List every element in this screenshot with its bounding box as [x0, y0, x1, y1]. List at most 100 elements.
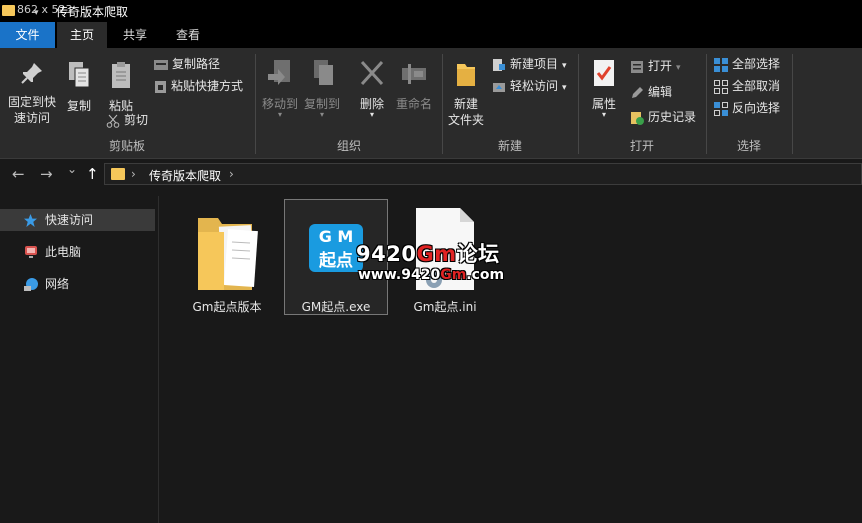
pin-icon: [21, 63, 42, 84]
tab-view[interactable]: 查看: [163, 22, 213, 48]
delete-x-icon: [360, 60, 384, 86]
group-label-open: 打开: [629, 139, 654, 153]
open-label: 打开: [648, 59, 673, 73]
group-label-clipboard: 剪贴板: [108, 139, 145, 153]
rename-label: 重命名: [395, 97, 432, 111]
new-folder-label-line2: 文件夹: [447, 113, 484, 127]
select-all-button[interactable]: 全部选择: [714, 54, 780, 74]
app-icon-text-top: G M: [318, 227, 354, 246]
folder-icon: [111, 168, 125, 180]
sidebar-item-label: 网络: [45, 277, 70, 291]
copy-to-dropdown-icon: ▾: [319, 110, 324, 119]
file-item-folder[interactable]: Gm起点版本: [186, 200, 268, 314]
copy-button[interactable]: 复制: [62, 60, 96, 114]
new-folder-icon: [457, 64, 475, 86]
ribbon: 固定到快 速访问 复制 粘贴 复制路径 粘贴快捷方式 剪切 剪贴板 移动到 ▾ …: [0, 48, 862, 159]
sidebar-item-network[interactable]: 网络: [0, 273, 155, 295]
rename-icon: [402, 64, 426, 84]
pin-label-line1: 固定到快: [7, 95, 56, 109]
tab-share[interactable]: 共享: [110, 22, 160, 48]
star-icon: [24, 214, 37, 227]
move-to-dropdown-icon: ▾: [277, 110, 282, 119]
cut-label: 剪切: [124, 113, 149, 127]
navigation-bar: ← → ⌄ ↑ › 传奇版本爬取 ›: [0, 159, 862, 189]
sidebar-item-label: 快速访问: [45, 213, 94, 227]
edit-pencil-icon: [632, 86, 643, 98]
app-icon-text-bottom: 起点: [319, 251, 353, 271]
new-item-dropdown-icon: ▾: [562, 61, 567, 71]
watermark-forum: 论坛: [456, 242, 500, 266]
copy-path-label: 复制路径: [172, 57, 221, 71]
open-dropdown-icon: ▾: [676, 63, 681, 73]
easy-access-label: 轻松访问: [510, 79, 559, 93]
copy-label: 复制: [66, 99, 91, 113]
new-item-label: 新建项目: [510, 57, 559, 71]
easy-access-dropdown-icon: ▾: [562, 83, 567, 93]
copy-path-button[interactable]: 复制路径: [154, 54, 220, 74]
network-icon: [24, 278, 38, 291]
delete-dropdown-icon: ▾: [369, 110, 374, 119]
easy-access-button[interactable]: 轻松访问 ▾: [492, 76, 567, 96]
select-none-button[interactable]: 全部取消: [714, 76, 780, 96]
copy-to-button[interactable]: 复制到 ▾: [302, 58, 342, 119]
breadcrumb-chevron-icon[interactable]: ›: [131, 167, 136, 181]
address-bar[interactable]: › 传奇版本爬取 ›: [104, 163, 862, 185]
sidebar-item-label: 此电脑: [45, 245, 82, 259]
file-name: Gm起点.ini: [413, 300, 477, 314]
tab-home[interactable]: 主页: [57, 22, 107, 48]
window-title: 传奇版本爬取: [56, 5, 129, 19]
group-label-new: 新建: [497, 139, 522, 153]
scissors-icon: [106, 114, 120, 128]
computer-icon: [25, 246, 37, 258]
file-name: Gm起点版本: [192, 300, 262, 314]
group-label-select: 选择: [736, 139, 761, 153]
easy-access-icon: [493, 82, 505, 92]
forward-arrow-icon[interactable]: →: [40, 165, 53, 183]
pin-label-line2: 速访问: [13, 111, 50, 125]
breadcrumb-current-folder[interactable]: 传奇版本爬取: [149, 167, 221, 184]
pin-to-quick-access-button[interactable]: 固定到快 速访问: [6, 60, 58, 126]
select-none-label: 全部取消: [732, 79, 781, 93]
edit-button[interactable]: 编辑: [630, 82, 672, 102]
watermark-forum-title: 9420Gm论坛: [356, 238, 500, 268]
clipboard-icon: [112, 62, 130, 88]
back-arrow-icon[interactable]: ←: [12, 165, 25, 183]
quick-access-dropdown-icon[interactable]: ▾: [34, 8, 39, 18]
copy-icon: [69, 62, 90, 88]
history-icon: [631, 111, 644, 125]
recent-locations-chevron-icon[interactable]: ⌄: [67, 162, 77, 176]
properties-icon: [594, 60, 614, 86]
group-separator: [792, 54, 793, 154]
paste-shortcut-button[interactable]: 粘贴快捷方式: [154, 76, 243, 96]
invert-selection-icon: [714, 101, 728, 116]
invert-selection-button[interactable]: 反向选择: [714, 98, 780, 118]
gm-app-icon: G M 起点: [309, 224, 363, 272]
open-button[interactable]: 打开 ▾: [630, 56, 681, 76]
properties-button[interactable]: 属性 ▾: [586, 58, 622, 119]
select-all-icon: [714, 57, 728, 72]
cut-button[interactable]: 剪切: [106, 110, 148, 130]
delete-button[interactable]: 删除 ▾: [356, 58, 388, 119]
properties-dropdown-icon: ▾: [601, 110, 606, 119]
watermark-gm: Gm: [416, 242, 457, 266]
new-folder-label-line1: 新建: [453, 97, 478, 111]
new-item-button[interactable]: 新建项目 ▾: [492, 54, 567, 74]
invert-selection-label: 反向选择: [732, 101, 781, 115]
history-button[interactable]: 历史记录: [630, 107, 696, 127]
paste-shortcut-icon: [155, 80, 166, 93]
paste-shortcut-label: 粘贴快捷方式: [171, 79, 244, 93]
new-folder-button[interactable]: 新建 文件夹: [446, 58, 486, 128]
folder-icon: [2, 5, 15, 16]
move-to-button[interactable]: 移动到 ▾: [260, 58, 300, 119]
sidebar-item-quick-access[interactable]: 快速访问: [0, 209, 155, 231]
up-arrow-icon[interactable]: ↑: [86, 165, 99, 183]
breadcrumb-chevron-icon[interactable]: ›: [229, 167, 234, 181]
paste-button[interactable]: 粘贴: [102, 60, 140, 114]
copy-to-icon: [314, 60, 333, 85]
new-item-icon: [493, 58, 505, 71]
edit-label: 编辑: [648, 85, 673, 99]
sidebar-item-this-pc[interactable]: 此电脑: [0, 241, 155, 263]
watermark-url-prefix: www.9420: [358, 267, 441, 283]
tab-file[interactable]: 文件: [0, 22, 55, 48]
rename-button[interactable]: 重命名: [394, 58, 434, 112]
